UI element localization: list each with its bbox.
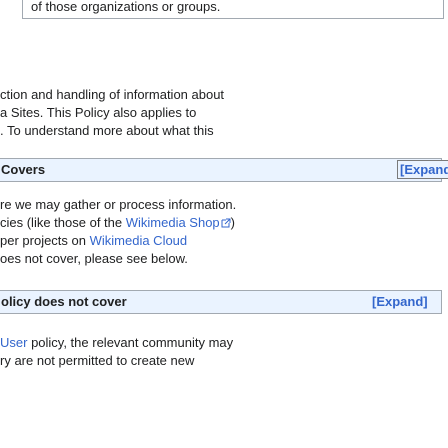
section-not-cover-line-2-text: ry are not permitted to create new — [0, 353, 195, 368]
top-summary-box: of those organizations or groups. — [22, 0, 444, 19]
section-not-cover-expand-button[interactable]: [Expand] — [372, 294, 428, 309]
intro-line-3: . To understand more about what this — [0, 123, 214, 138]
intro-line-1: ction and handling of information about — [0, 87, 225, 102]
section-covers-header[interactable]: Covers [Expand] — [0, 158, 448, 182]
wikimedia-cloud-link[interactable]: Wikimedia Cloud — [90, 233, 188, 248]
section-covers-title: Covers — [1, 162, 46, 177]
section-covers-line-1: re we may gather or process information. — [0, 196, 236, 213]
external-link-icon — [221, 218, 231, 228]
section-not-cover-line-2: ry are not permitted to create new — [0, 352, 194, 369]
section-covers-line-4-text: oes not cover, please see below. — [0, 251, 188, 266]
privacy-policy-page: of those organizations or groups. ction … — [0, 0, 448, 448]
section-covers-line-3-text: per projects on — [0, 233, 90, 248]
section-covers-line-2-text: cies (like those of the — [0, 215, 126, 230]
section-covers-line-3: per projects on Wikimedia Cloud — [0, 232, 187, 249]
section-not-cover-header[interactable]: olicy does not cover [Expand] — [0, 290, 442, 314]
section-not-cover-title: olicy does not cover — [1, 294, 127, 309]
section-not-cover-line-1: User policy, the relevant community may — [0, 334, 233, 351]
top-summary-text: of those organizations or groups. — [31, 0, 221, 14]
section-covers-line-4: oes not cover, please see below. — [0, 250, 188, 267]
section-covers-expand-button[interactable]: [Expand] — [397, 160, 448, 179]
wikimedia-shop-link[interactable]: Wikimedia Shop — [126, 215, 220, 230]
section-covers-line-2-suffix: ) — [230, 215, 236, 230]
user-link[interactable]: User — [0, 335, 27, 350]
section-covers-line-2: cies (like those of the Wikimedia Shop) — [0, 214, 235, 231]
section-not-cover-line-1-text: policy, the relevant community may — [27, 335, 234, 350]
intro-line-2: a Sites. This Policy also applies to — [0, 105, 197, 120]
section-covers-line-1-text: re we may gather or process information. — [0, 197, 237, 212]
